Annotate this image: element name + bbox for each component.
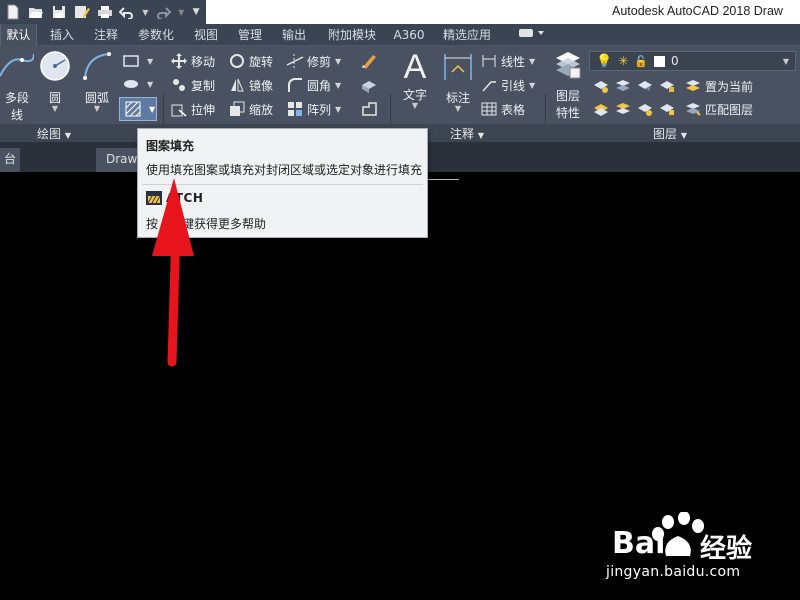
watermark-brand-cn: 经验 [700,534,753,564]
watermark-brand: Bai [612,526,666,561]
watermark-url: jingyan.baidu.com [606,564,741,580]
red-arrow-annotation [152,178,194,367]
